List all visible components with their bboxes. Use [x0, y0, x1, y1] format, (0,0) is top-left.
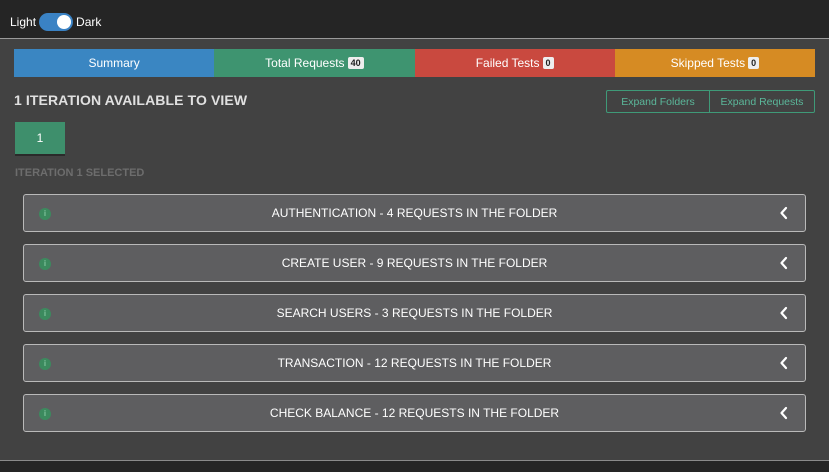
switch-knob [57, 15, 72, 29]
folder-transaction[interactable]: i TRANSACTION - 12 REQUESTS IN THE FOLDE… [23, 344, 806, 382]
folder-list: i AUTHENTICATION - 4 REQUESTS IN THE FOL… [23, 194, 806, 444]
skipped-tests-badge: 0 [748, 57, 760, 69]
tab-summary-label: Summary [88, 56, 140, 70]
folder-title: CREATE USER - 9 REQUESTS IN THE FOLDER [281, 256, 548, 270]
folder-title: CHECK BALANCE - 12 REQUESTS IN THE FOLDE… [269, 406, 560, 420]
expand-folders-button[interactable]: Expand Folders [606, 90, 710, 113]
light-label: Light [10, 15, 37, 29]
folder-title: TRANSACTION - 12 REQUESTS IN THE FOLDER [277, 356, 552, 370]
chevron-left-icon [780, 306, 788, 320]
chevron-left-icon [780, 256, 788, 270]
expand-button-group: Expand Folders Expand Requests [606, 90, 815, 113]
chevron-left-icon [780, 206, 788, 220]
theme-switch[interactable] [39, 13, 74, 31]
tab-failed-tests-label: Failed Tests [475, 56, 540, 70]
bottom-bar [0, 460, 829, 472]
summary-tabs: Summary Total Requests 40 Failed Tests 0… [14, 49, 815, 77]
expand-requests-button[interactable]: Expand Requests [710, 90, 815, 113]
total-requests-badge: 40 [347, 57, 364, 69]
iteration-selected-label: ITERATION 1 SELECTED [15, 167, 145, 179]
folder-authentication[interactable]: i AUTHENTICATION - 4 REQUESTS IN THE FOL… [23, 194, 806, 232]
tab-total-requests[interactable]: Total Requests 40 [214, 49, 415, 77]
dark-label: Dark [76, 15, 102, 29]
tab-skipped-tests[interactable]: Skipped Tests 0 [614, 49, 815, 77]
iteration-1-button[interactable]: 1 [15, 122, 65, 156]
theme-toggle: Light Dark [10, 12, 101, 32]
folder-create-user[interactable]: i CREATE USER - 9 REQUESTS IN THE FOLDER [23, 244, 806, 282]
folder-title: SEARCH USERS - 3 REQUESTS IN THE FOLDER [276, 306, 553, 320]
folder-check-balance[interactable]: i CHECK BALANCE - 12 REQUESTS IN THE FOL… [23, 394, 806, 432]
folder-search-users[interactable]: i SEARCH USERS - 3 REQUESTS IN THE FOLDE… [23, 294, 806, 332]
top-bar: Light Dark [0, 0, 829, 39]
chevron-left-icon [780, 406, 788, 420]
tab-total-requests-label: Total Requests [265, 56, 345, 70]
folder-title: AUTHENTICATION - 4 REQUESTS IN THE FOLDE… [271, 206, 558, 220]
page-title: 1 ITERATION AVAILABLE TO VIEW [14, 92, 248, 108]
chevron-left-icon [780, 356, 788, 370]
tab-summary[interactable]: Summary [14, 49, 215, 77]
tab-failed-tests[interactable]: Failed Tests 0 [414, 49, 615, 77]
failed-tests-badge: 0 [542, 57, 554, 69]
tab-skipped-tests-label: Skipped Tests [670, 56, 746, 70]
